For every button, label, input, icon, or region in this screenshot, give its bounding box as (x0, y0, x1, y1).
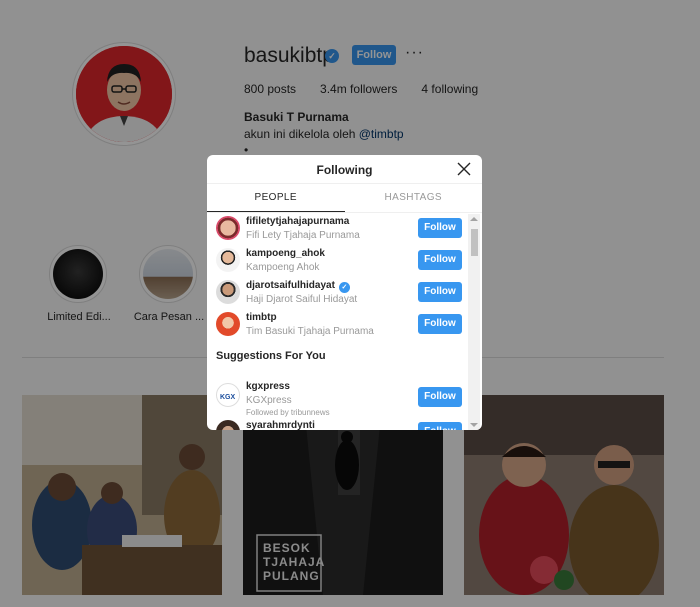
scrollbar[interactable] (468, 214, 480, 430)
user-username[interactable]: timbtp (246, 312, 277, 323)
list-item: syarahmrdynti Follow (216, 418, 462, 430)
follow-button[interactable]: Follow (418, 422, 462, 430)
user-username[interactable]: fifiletytjahajapurnama (246, 216, 349, 227)
user-avatar[interactable] (216, 280, 240, 304)
user-username[interactable]: djarotsaifulhidayat ✓ (246, 280, 350, 293)
following-dialog: Following PEOPLE HASHTAGS fifiletytjahaj… (207, 155, 482, 430)
list-item: fifiletytjahajapurnama Fifi Lety Tjahaja… (216, 214, 462, 242)
list-item: kampoeng_ahok Kampoeng Ahok Follow (216, 246, 462, 274)
user-username[interactable]: kampoeng_ahok (246, 248, 325, 259)
dialog-header: Following (207, 155, 482, 184)
suggestions-heading: Suggestions For You (216, 350, 326, 362)
user-avatar[interactable] (216, 420, 240, 430)
close-icon[interactable] (456, 161, 472, 177)
scrollbar-thumb[interactable] (471, 229, 478, 256)
list-item: djarotsaifulhidayat ✓ Haji Djarot Saiful … (216, 278, 462, 306)
list-item: KGX kgxpress KGXpress Followed by tribun… (216, 379, 462, 417)
following-list[interactable]: fifiletytjahajapurnama Fifi Lety Tjahaja… (207, 214, 482, 430)
svg-text:KGX: KGX (220, 394, 236, 401)
user-full-name: Tim Basuki Tjahaja Purnama (246, 326, 374, 337)
user-username-text[interactable]: djarotsaifulhidayat (246, 280, 335, 291)
follow-button[interactable]: Follow (418, 218, 462, 238)
user-full-name: Haji Djarot Saiful Hidayat (246, 294, 358, 305)
follow-button[interactable]: Follow (418, 282, 462, 302)
user-full-name: Fifi Lety Tjahaja Purnama (246, 230, 360, 241)
scroll-up-arrow-icon[interactable] (470, 217, 478, 221)
dialog-tabs: PEOPLE HASHTAGS (207, 184, 482, 213)
dialog-title: Following (316, 163, 373, 177)
follow-button[interactable]: Follow (418, 314, 462, 334)
user-full-name: Kampoeng Ahok (246, 262, 320, 273)
user-avatar[interactable]: KGX (216, 383, 240, 407)
tab-hashtags[interactable]: HASHTAGS (345, 184, 483, 212)
tab-people[interactable]: PEOPLE (207, 184, 345, 212)
follow-button[interactable]: Follow (418, 387, 462, 407)
verified-badge-icon: ✓ (338, 282, 350, 293)
follow-button[interactable]: Follow (418, 250, 462, 270)
user-full-name: KGXpress (246, 395, 292, 406)
user-username[interactable]: kgxpress (246, 381, 290, 392)
user-username[interactable]: syarahmrdynti (246, 420, 315, 430)
followed-by-text: Followed by tribunnews (246, 408, 330, 417)
user-avatar[interactable] (216, 248, 240, 272)
list-item: timbtp Tim Basuki Tjahaja Purnama Follow (216, 310, 462, 338)
user-avatar[interactable] (216, 312, 240, 336)
scroll-down-arrow-icon[interactable] (470, 423, 478, 427)
user-avatar[interactable] (216, 216, 240, 240)
